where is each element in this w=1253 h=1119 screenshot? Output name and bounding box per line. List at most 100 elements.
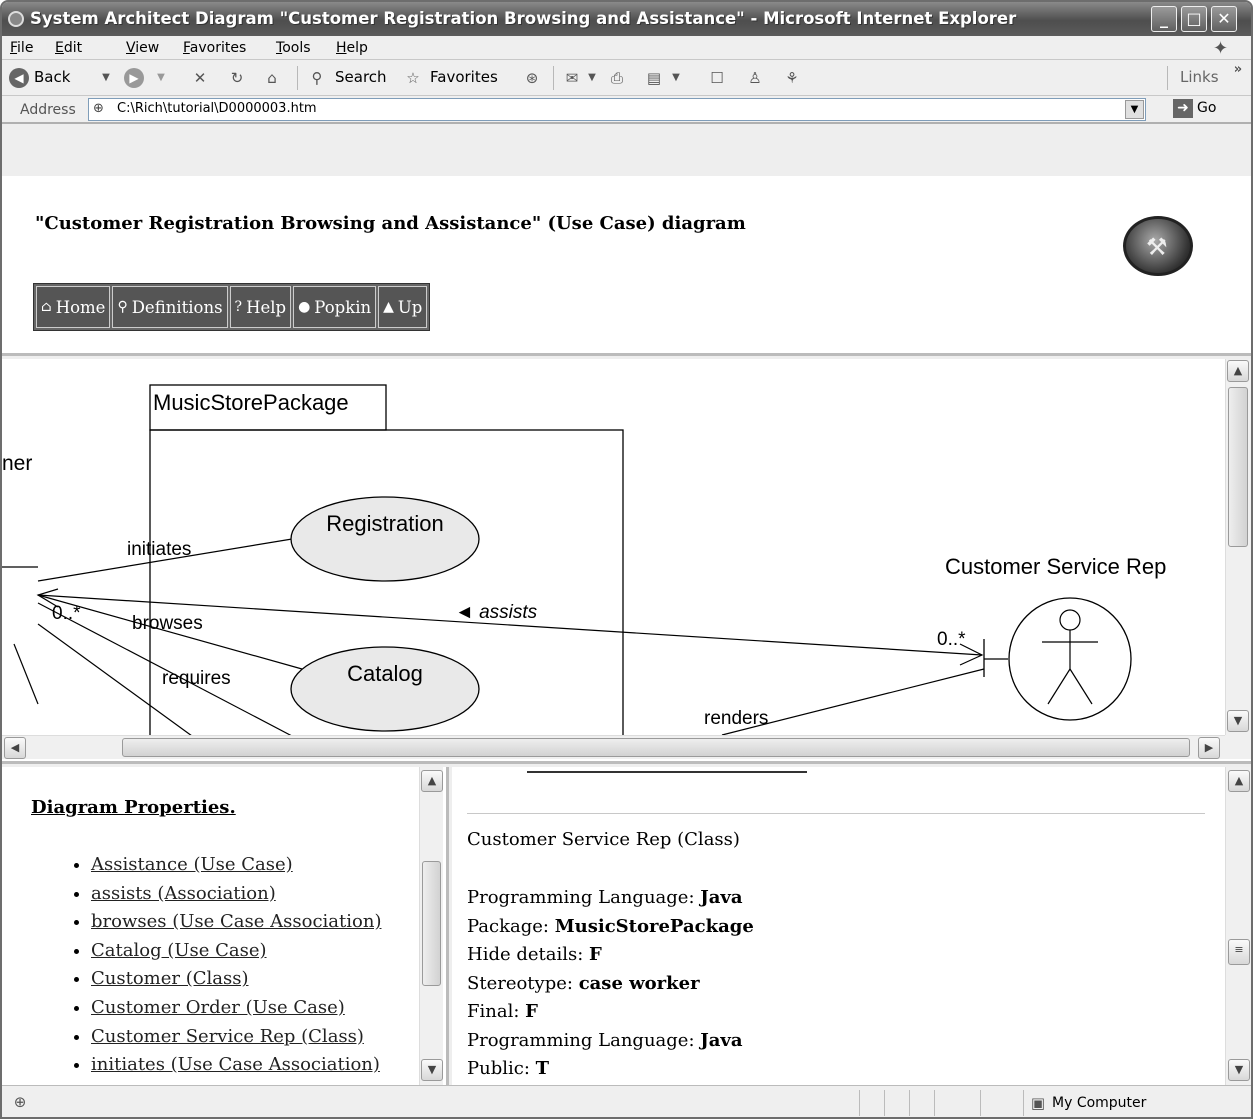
chevron-right-icon[interactable]: » [1228, 60, 1248, 80]
menu-help[interactable]: Help [336, 40, 368, 56]
detail-label: Public: [467, 1058, 536, 1079]
scroll-down-icon[interactable]: ▼ [1228, 1059, 1250, 1081]
menu-edit[interactable]: Edit [55, 40, 82, 56]
status-divider [1023, 1090, 1024, 1116]
forward-arrow-icon[interactable]: ▶ [124, 68, 144, 88]
scroll-down-icon[interactable]: ▼ [1227, 710, 1249, 732]
edit-dropdown-icon[interactable]: ▼ [666, 68, 686, 88]
scroll-thumb[interactable] [422, 861, 441, 986]
nav-popkin-button[interactable]: ● Popkin [293, 286, 377, 328]
forward-dropdown-icon[interactable]: ▼ [151, 68, 171, 88]
details-heading: Customer Service Rep (Class) [467, 829, 740, 850]
scroll-left-icon[interactable]: ◀ [4, 737, 26, 759]
properties-title[interactable]: Diagram Properties. [31, 797, 236, 818]
messenger-icon[interactable]: ♙ [745, 68, 765, 88]
detail-value: Java [700, 1029, 743, 1051]
go-button[interactable]: ➜ Go [1173, 99, 1233, 120]
address-input[interactable] [117, 101, 1117, 116]
property-link[interactable]: Assistance (Use Case) [91, 854, 293, 875]
properties-vertical-scrollbar[interactable]: ▲ ▼ [419, 767, 443, 1085]
discuss-icon[interactable]: ☐ [707, 68, 727, 88]
detail-value: case worker [578, 972, 700, 994]
nav-up-button[interactable]: ▲ Up [378, 286, 428, 328]
use-case-registration[interactable] [290, 496, 480, 582]
property-link[interactable]: assists (Association) [91, 883, 276, 904]
maximize-button[interactable]: □ [1181, 6, 1207, 32]
diagram-vertical-scrollbar[interactable]: ▲ ▼ [1225, 359, 1251, 735]
scroll-thumb[interactable]: ≡ [1228, 939, 1250, 965]
print-icon[interactable]: ⎙ [607, 68, 627, 88]
back-button[interactable]: Back [34, 68, 70, 86]
address-label: Address [20, 102, 76, 118]
mail-icon[interactable]: ✉ [562, 68, 582, 88]
favorites-button[interactable]: Favorites [430, 68, 498, 86]
standard-toolbar: ◀ Back ▼ ▶ ▼ ✕ ↻ ⌂ ⚲ Search ☆ Favorites … [2, 60, 1251, 96]
menu-file[interactable]: File [10, 40, 33, 56]
research-icon[interactable]: ⚘ [782, 68, 802, 88]
minimize-button[interactable]: _ [1151, 6, 1177, 32]
use-case-catalog-label: Catalog [347, 661, 423, 686]
title-bar[interactable]: System Architect Diagram "Customer Regis… [2, 2, 1251, 36]
go-arrow-icon: ➜ [1173, 99, 1193, 118]
property-link[interactable]: Customer (Class) [91, 968, 249, 989]
use-case-catalog[interactable] [290, 646, 480, 732]
details-vertical-scrollbar[interactable]: ▲ ≡ ▼ [1225, 767, 1251, 1085]
computer-icon: ▣ [1030, 1094, 1046, 1112]
favorites-star-icon[interactable]: ☆ [403, 68, 423, 88]
scroll-right-icon[interactable]: ▶ [1198, 737, 1220, 759]
nav-popkin-label: Popkin [314, 297, 372, 317]
search-icon[interactable]: ⚲ [307, 68, 327, 88]
property-link[interactable]: Customer Service Rep (Class) [91, 1026, 364, 1047]
nav-help-button[interactable]: ? Help [229, 286, 292, 328]
nav-definitions-label: Definitions [131, 297, 223, 317]
package-label: MusicStorePackage [153, 390, 349, 415]
properties-frame: Diagram Properties. Assistance (Use Case… [2, 767, 449, 1085]
help-icon: ? [234, 299, 243, 315]
detail-label: Programming Language: [467, 1029, 701, 1051]
property-link[interactable]: Catalog (Use Case) [91, 940, 267, 961]
details-frame: Customer Service Rep (Class) Programming… [452, 767, 1251, 1085]
mail-dropdown-icon[interactable]: ▼ [582, 68, 602, 88]
property-link[interactable]: browses (Use Case Association) [91, 911, 381, 932]
menu-favorites[interactable]: Favorites [183, 40, 246, 56]
status-bar: ⊕ ▣ My Computer [2, 1085, 1251, 1117]
detail-value: T [535, 1058, 550, 1079]
scroll-up-icon[interactable]: ▲ [1227, 360, 1249, 382]
popkin-logo-icon[interactable]: ⚒ [1123, 216, 1193, 276]
diagram-horizontal-scrollbar[interactable]: ◀ ▶ [2, 735, 1225, 759]
actor-customer-service-rep-label: Customer Service Rep [945, 554, 1166, 579]
scroll-up-icon[interactable]: ▲ [421, 770, 443, 792]
scroll-up-icon[interactable]: ▲ [1228, 770, 1250, 792]
property-link[interactable]: initiates (Use Case Association) [91, 1054, 380, 1075]
association-line[interactable] [13, 643, 39, 705]
scroll-down-icon[interactable]: ▼ [421, 1059, 443, 1081]
menu-tools[interactable]: Tools [276, 40, 311, 56]
initiates-label: initiates [127, 539, 191, 560]
browser-window: System Architect Diagram "Customer Regis… [0, 0, 1253, 1119]
address-dropdown-icon[interactable]: ▼ [1125, 100, 1144, 119]
scroll-thumb[interactable] [122, 738, 1190, 757]
diagram-frame: MusicStorePackage ner initiates 0..* bro… [2, 359, 1251, 764]
close-button[interactable]: ✕ [1211, 6, 1237, 32]
menu-view[interactable]: View [126, 40, 159, 56]
links-button[interactable]: Links [1180, 68, 1219, 86]
status-divider [980, 1090, 981, 1116]
back-arrow-icon[interactable]: ◀ [9, 68, 29, 88]
stop-icon[interactable]: ✕ [190, 68, 210, 88]
back-dropdown-icon[interactable]: ▼ [96, 68, 116, 88]
address-field[interactable]: ⊕ ▼ [88, 98, 1146, 121]
nav-definitions-button[interactable]: ⚲ Definitions [112, 286, 228, 328]
windows-logo-icon: ✦ [1213, 38, 1229, 59]
page-status-icon: ⊕ [13, 1093, 27, 1111]
detail-value: Java [700, 887, 743, 908]
requires-label: requires [162, 668, 231, 689]
refresh-icon[interactable]: ↻ [227, 68, 247, 88]
edit-icon[interactable]: ▤ [644, 68, 664, 88]
scroll-thumb[interactable] [1228, 387, 1248, 547]
nav-home-button[interactable]: ⌂ Home [36, 286, 111, 328]
history-icon[interactable]: ⊛ [522, 68, 542, 88]
status-divider [909, 1090, 910, 1116]
search-button[interactable]: Search [335, 68, 387, 86]
property-link[interactable]: Customer Order (Use Case) [91, 997, 345, 1018]
home-icon[interactable]: ⌂ [262, 68, 282, 88]
